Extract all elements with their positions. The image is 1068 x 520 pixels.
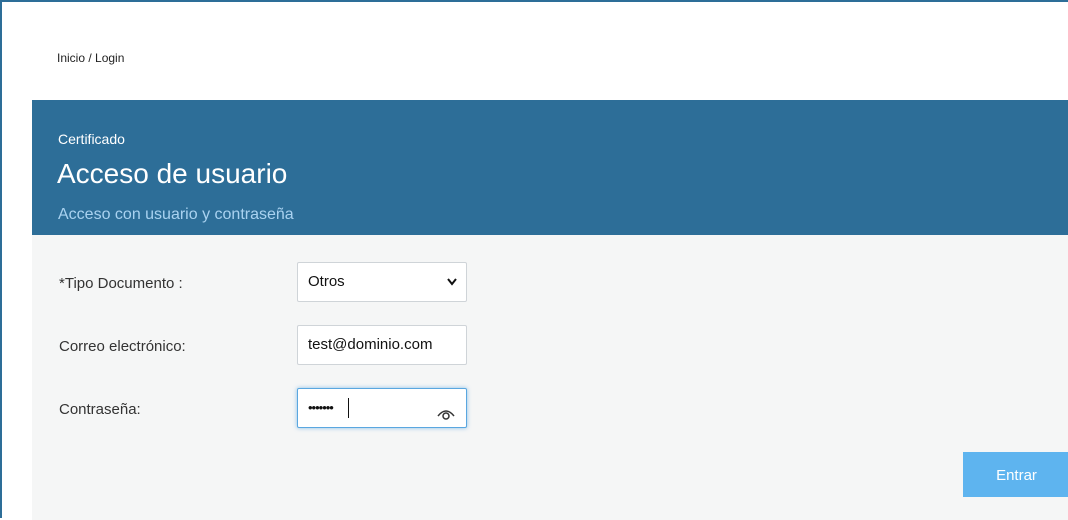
eye-icon[interactable] <box>436 399 456 420</box>
email-field[interactable]: test@dominio.com <box>297 325 467 365</box>
submit-button[interactable]: Entrar <box>963 452 1068 497</box>
password-value: ••••••• <box>308 400 334 415</box>
email-value: test@dominio.com <box>308 336 433 353</box>
page-title: Acceso de usuario <box>57 158 288 189</box>
text-caret <box>348 398 349 418</box>
page-header: Certificado Acceso de usuario Acceso con… <box>32 100 1068 235</box>
password-label: Contraseña: <box>59 401 141 418</box>
page-subtitle: Acceso con usuario y contraseña <box>58 206 294 223</box>
password-field[interactable]: ••••••• <box>297 388 467 428</box>
doc-type-select[interactable]: Otros <box>297 262 467 302</box>
login-form: *Tipo Documento : Otros Correo electróni… <box>32 235 1068 520</box>
chevron-down-icon <box>446 263 458 316</box>
header-kicker: Certificado <box>58 131 125 147</box>
page-frame: Inicio / Login Certificado Acceso de usu… <box>0 0 1068 520</box>
doc-type-label: *Tipo Documento : <box>59 275 183 292</box>
doc-type-value: Otros <box>308 273 345 290</box>
breadcrumb: Inicio / Login <box>57 51 125 65</box>
email-label: Correo electrónico: <box>59 338 186 355</box>
